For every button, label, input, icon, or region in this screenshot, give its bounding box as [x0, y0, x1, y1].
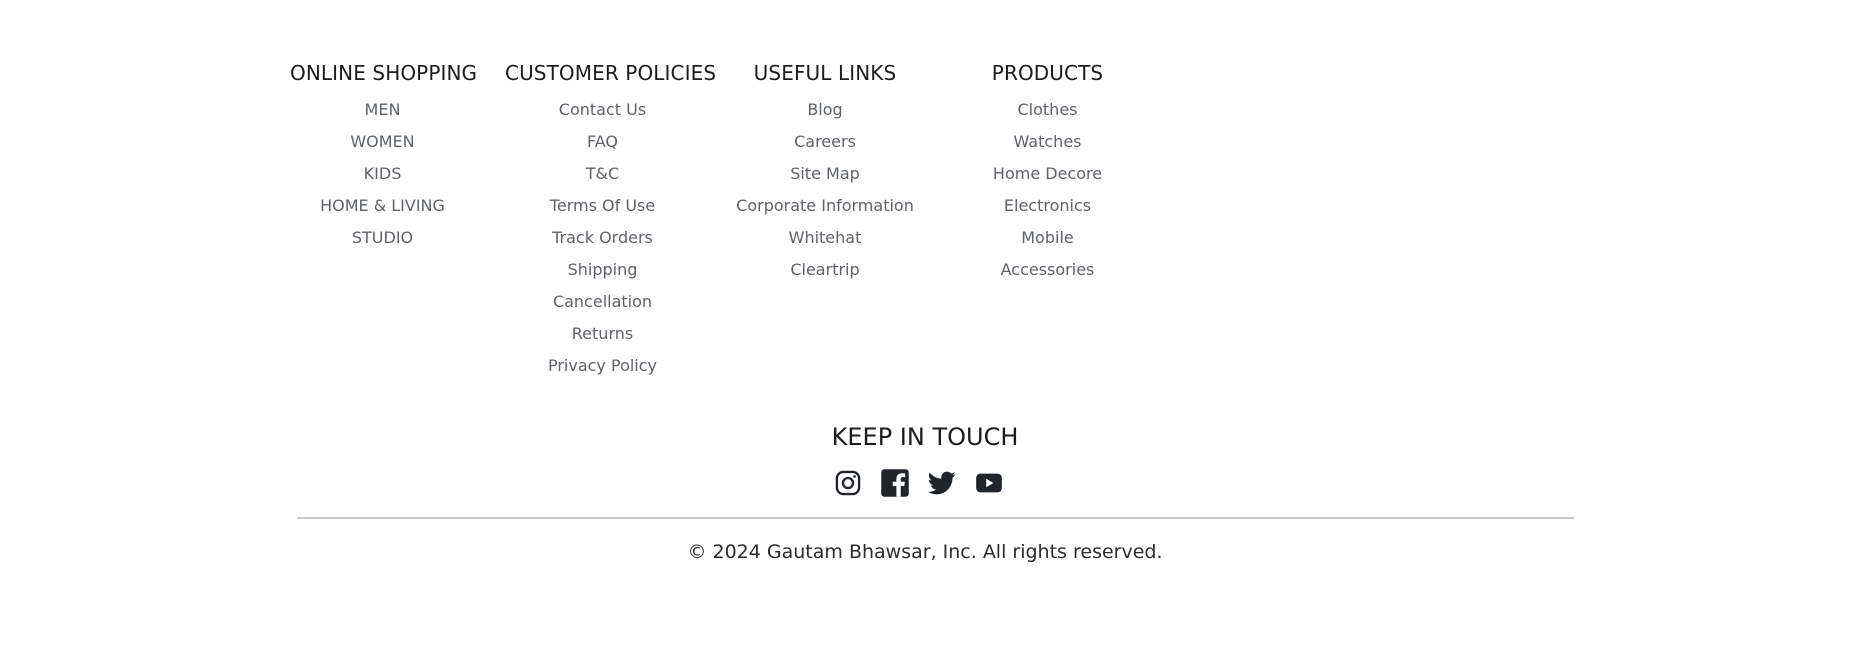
footer-column-useful-links: USEFUL LINKS Blog Careers Site Map Corpo… [735, 58, 915, 286]
footer-column-online-shopping: ONLINE SHOPPING MEN WOMEN KIDS HOME & LI… [290, 58, 478, 254]
footer-link-kids[interactable]: KIDS [290, 158, 475, 190]
twitter-icon [927, 471, 956, 495]
footer-link-returns[interactable]: Returns [505, 318, 700, 350]
footer-link-faq[interactable]: FAQ [505, 126, 700, 158]
footer-link-corporate-information[interactable]: Corporate Information [735, 190, 915, 222]
copyright-text: © 2024 Gautam Bhawsar, Inc. All rights r… [687, 541, 1163, 563]
footer-link-cleartrip[interactable]: Cleartrip [735, 254, 915, 286]
footer-link-tnc[interactable]: T&C [505, 158, 700, 190]
instagram-link[interactable] [832, 467, 864, 499]
footer-column-products: PRODUCTS Clothes Watches Home Decore Ele… [975, 58, 1120, 286]
footer-link-blog[interactable]: Blog [735, 94, 915, 126]
footer-link-electronics[interactable]: Electronics [975, 190, 1120, 222]
column-heading: USEFUL LINKS [753, 61, 897, 85]
footer-link-track-orders[interactable]: Track Orders [505, 222, 700, 254]
footer-link-watches[interactable]: Watches [975, 126, 1120, 158]
link-list: Clothes Watches Home Decore Electronics … [975, 94, 1120, 286]
footer-link-clothes[interactable]: Clothes [975, 94, 1120, 126]
footer-link-shipping[interactable]: Shipping [505, 254, 700, 286]
footer-link-accessories[interactable]: Accessories [975, 254, 1120, 286]
link-list: Contact Us FAQ T&C Terms Of Use Track Or… [505, 94, 700, 382]
column-heading: ONLINE SHOPPING [290, 61, 478, 85]
site-footer: ONLINE SHOPPING MEN WOMEN KIDS HOME & LI… [0, 0, 1875, 656]
footer-column-customer-policies: CUSTOMER POLICIES Contact Us FAQ T&C Ter… [505, 58, 717, 382]
column-heading: PRODUCTS [991, 61, 1104, 85]
footer-link-home-decore[interactable]: Home Decore [975, 158, 1120, 190]
footer-link-home-living[interactable]: HOME & LIVING [290, 190, 475, 222]
link-list: Blog Careers Site Map Corporate Informat… [735, 94, 915, 286]
youtube-link[interactable] [973, 467, 1005, 499]
column-heading: CUSTOMER POLICIES [505, 61, 717, 85]
footer-link-privacy-policy[interactable]: Privacy Policy [505, 350, 700, 382]
footer-link-terms-of-use[interactable]: Terms Of Use [505, 190, 700, 222]
facebook-link[interactable] [879, 467, 911, 499]
footer-link-mobile[interactable]: Mobile [975, 222, 1120, 254]
footer-link-careers[interactable]: Careers [735, 126, 915, 158]
youtube-icon [976, 473, 1002, 493]
footer-link-cancellation[interactable]: Cancellation [505, 286, 700, 318]
link-list: MEN WOMEN KIDS HOME & LIVING STUDIO [290, 94, 475, 254]
footer-link-men[interactable]: MEN [290, 94, 475, 126]
footer-link-studio[interactable]: STUDIO [290, 222, 475, 254]
footer-link-women[interactable]: WOMEN [290, 126, 475, 158]
footer-link-site-map[interactable]: Site Map [735, 158, 915, 190]
footer-link-contact-us[interactable]: Contact Us [505, 94, 700, 126]
footer-link-whitehat[interactable]: Whitehat [735, 222, 915, 254]
instagram-icon [835, 470, 861, 496]
twitter-link[interactable] [926, 467, 958, 499]
facebook-icon [881, 469, 909, 497]
keep-in-touch-heading: KEEP IN TOUCH [831, 423, 1019, 451]
social-links [832, 466, 1005, 500]
footer-divider [297, 517, 1574, 519]
